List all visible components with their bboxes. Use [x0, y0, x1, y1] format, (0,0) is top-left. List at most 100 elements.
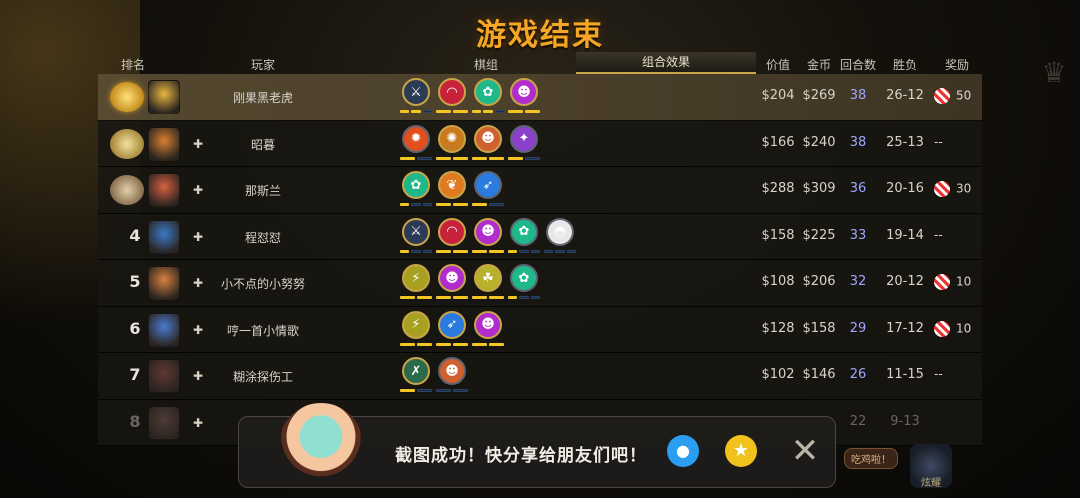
rank-medal-icon [110, 82, 144, 112]
avatar[interactable] [148, 126, 180, 161]
trait-paw-icon[interactable]: ✿ [506, 217, 542, 256]
trait-arch-icon[interactable]: ◠ [434, 78, 470, 116]
trait-paw-icon[interactable]: ✿ [470, 78, 506, 116]
trait-leaf-icon[interactable]: ❦ [434, 171, 470, 209]
add-friend-icon[interactable]: ✚ [190, 275, 206, 291]
winloss-cell: 25-13 [886, 134, 924, 150]
tab-synergy[interactable]: 组合效果 [576, 52, 756, 74]
reward-amount: 50 [956, 88, 972, 103]
candy-icon [934, 274, 950, 290]
trait-skull-icon[interactable]: ☻ [470, 310, 506, 349]
table-row: 刚果黑老虎 ⚔ ◠ ✿ ☻ $204 $269 38 26-12 50 [98, 74, 982, 121]
rounds-cell: 38 [849, 134, 867, 150]
rounds-cell: 22 [849, 413, 867, 429]
avatar[interactable] [148, 359, 180, 393]
candy-icon [934, 88, 950, 104]
trait-fire-icon[interactable]: ✹ [398, 124, 434, 163]
player-name: 小不点的小努努 [220, 277, 305, 291]
player-name: 糊涂探伤工 [232, 370, 293, 384]
avatar[interactable] [148, 312, 180, 347]
player-name: 哼一首小情歌 [226, 323, 299, 338]
reward-amount: -- [934, 227, 943, 242]
results-table: 刚果黑老虎 ⚔ ◠ ✿ ☻ $204 $269 38 26-12 50 ✚ 昭暮 ✹ ✺ ☻… [98, 74, 982, 446]
gold-cell: $309 [802, 181, 836, 196]
trait-trio-icon[interactable]: ☘ [470, 264, 506, 302]
trait-fish-icon[interactable]: ✦ [506, 124, 542, 163]
add-friend-icon[interactable]: ✚ [190, 229, 206, 245]
rounds-cell: 38 [849, 88, 867, 103]
gold-cell: $225 [802, 227, 836, 243]
trait-claw-icon[interactable]: ⚡ [398, 264, 434, 302]
candy-icon [934, 181, 950, 197]
show-off-icon[interactable]: 炫耀 [910, 444, 952, 489]
trait-dart-icon[interactable]: ➶ [470, 171, 506, 209]
header-reward: 奖励 [944, 58, 970, 72]
reward-amount: 10 [956, 321, 972, 335]
trait-skull-icon[interactable]: ☻ [506, 78, 542, 116]
add-friend-icon[interactable]: ✚ [190, 368, 206, 384]
gold-cell: $206 [802, 274, 836, 289]
player-name: 程怼怼 [244, 230, 281, 245]
avatar[interactable] [148, 266, 180, 300]
rounds-cell: 33 [849, 227, 867, 243]
trait-goblin-icon[interactable]: ☻ [434, 357, 470, 395]
trait-paw-icon[interactable]: ✿ [398, 171, 434, 209]
avatar[interactable] [148, 80, 180, 114]
trait-skull-icon[interactable]: ☻ [470, 217, 506, 256]
trait-axe-icon[interactable]: ⚔ [398, 217, 434, 256]
rounds-cell: 32 [849, 274, 867, 289]
trait-bow-icon[interactable]: ✗ [398, 357, 434, 395]
rank-number: 8 [129, 411, 141, 431]
trait-gear-icon[interactable]: ✺ [434, 124, 470, 163]
chicken-chip[interactable]: 吃鸡啦！ [844, 448, 898, 469]
reward-cell: -- [934, 228, 943, 242]
qq-share-icon[interactable]: ● [667, 435, 699, 467]
winloss-cell: 20-12 [886, 274, 924, 289]
rank-number: 4 [129, 225, 141, 245]
trait-paw-icon[interactable]: ✿ [506, 264, 542, 302]
avatar[interactable] [148, 405, 180, 440]
rank-number: 5 [129, 272, 141, 291]
trait-axe-icon[interactable]: ⚔ [398, 78, 434, 116]
header-winloss: 胜负 [892, 58, 918, 72]
reward-cell: 10 [934, 274, 971, 290]
trait-dart-icon[interactable]: ➶ [434, 310, 470, 349]
add-friend-icon[interactable]: ✚ [190, 182, 206, 198]
trait-goblin-icon[interactable]: ☻ [470, 124, 506, 163]
rank-number: 6 [129, 318, 141, 338]
table-row: ✚ 昭暮 ✹ ✺ ☻ ✦ $166 $240 38 25-13 -- [98, 120, 982, 167]
add-friend-icon[interactable]: ✚ [190, 415, 206, 431]
add-friend-icon[interactable]: ✚ [190, 322, 206, 338]
avatar[interactable] [148, 173, 180, 207]
reward-amount: 10 [956, 274, 972, 289]
avatar[interactable] [148, 219, 180, 254]
table-header: 排名 玩家 棋组 组合效果 价值 金币 回合数 胜负 奖励 [98, 52, 982, 74]
winloss-cell: 11-15 [886, 367, 924, 382]
header-rank: 排名 [120, 58, 146, 72]
table-row: 6 ✚ 哼一首小情歌 ⚡ ➶ ☻ $128 $158 29 17-12 10 [98, 306, 982, 353]
qzone-share-icon[interactable]: ★ [725, 435, 757, 467]
reward-cell: -- [934, 135, 943, 149]
winloss-cell: 17-12 [886, 320, 924, 336]
header-player: 玩家 [250, 58, 276, 72]
crown-icon: ♛ [1041, 56, 1067, 89]
trait-claw-icon[interactable]: ⚡ [398, 310, 434, 349]
candy-icon [934, 320, 950, 337]
page-title: 游戏结束 [476, 18, 604, 53]
trait-arch-icon[interactable]: ◠ [434, 217, 470, 256]
table-row: 4 ✚ 程怼怼 ⚔ ◠ ☻ ✿ ◓ $158 $225 33 19-14 -- [98, 213, 982, 260]
value-cell: $108 [761, 274, 795, 289]
add-friend-icon[interactable]: ✚ [190, 136, 206, 152]
trait-ghost-icon[interactable]: ◓ [542, 217, 578, 256]
reward-cell: 50 [934, 88, 971, 104]
rounds-cell: 29 [849, 320, 867, 336]
reward-cell: 10 [934, 320, 972, 337]
toast-message: 截图成功！快分享给朋友们吧！ [395, 446, 647, 466]
reward-amount: 30 [956, 181, 972, 196]
rank-medal-icon [110, 128, 144, 159]
reward-cell: -- [934, 367, 943, 381]
trait-skull-icon[interactable]: ☻ [434, 264, 470, 302]
header-lineup[interactable]: 棋组 [474, 56, 498, 73]
player-name: 那斯兰 [244, 184, 281, 198]
close-icon[interactable]: ✕ [787, 431, 823, 471]
